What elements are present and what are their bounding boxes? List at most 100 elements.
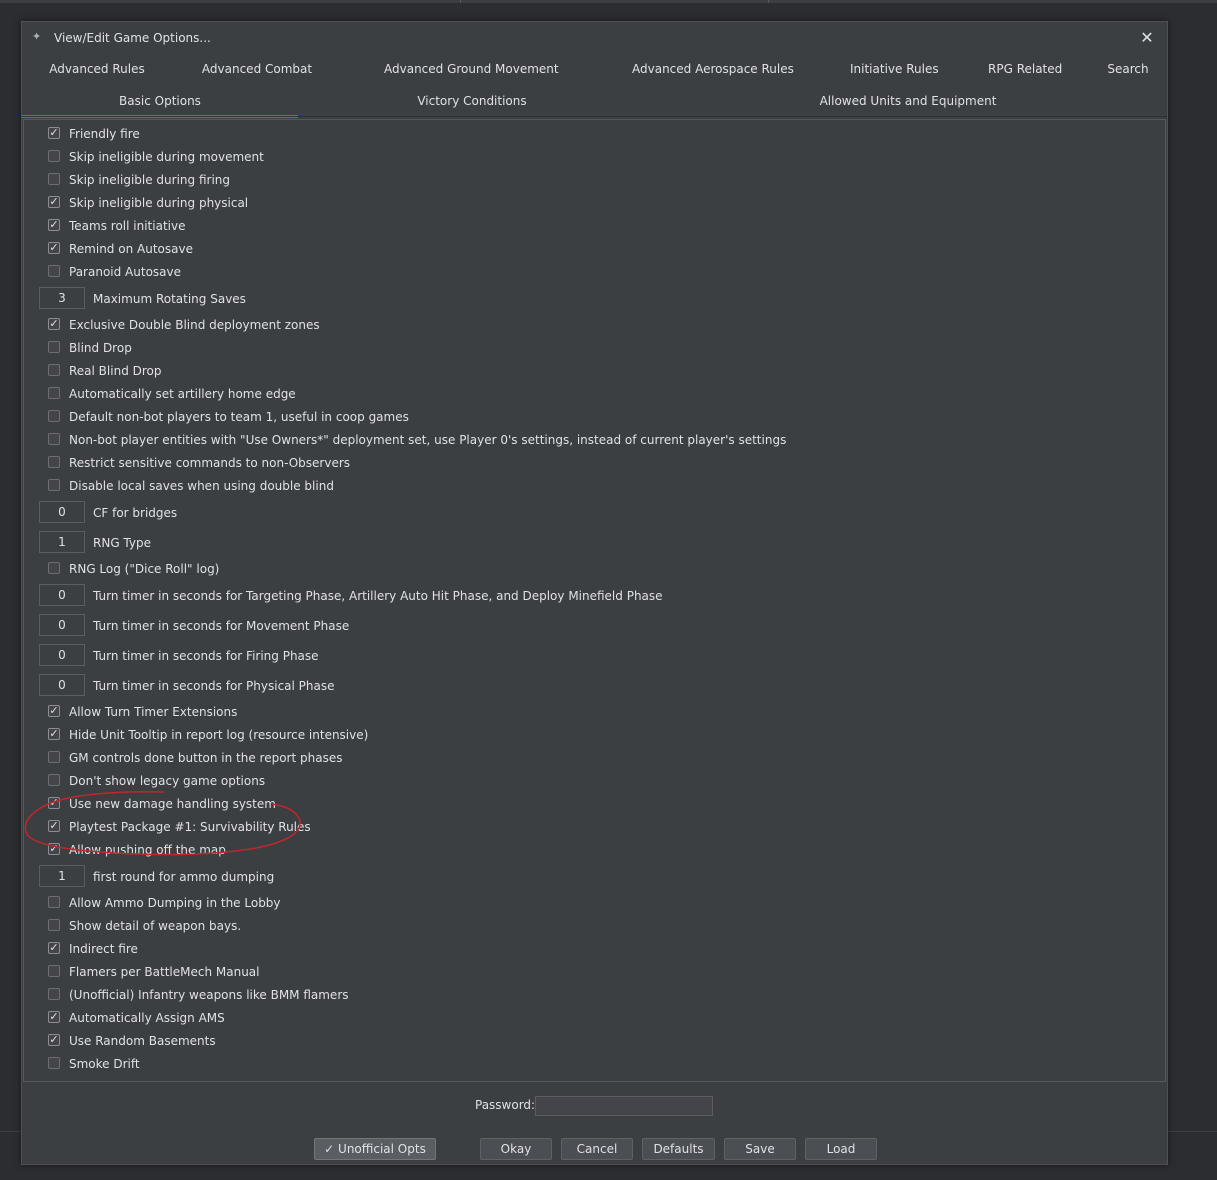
tab-initiative-rules[interactable]: Initiative Rules bbox=[850, 55, 939, 83]
tab-search[interactable]: Search bbox=[1104, 55, 1152, 83]
option-label: Remind on Autosave bbox=[69, 242, 193, 256]
tab-advanced-rules[interactable]: Advanced Rules bbox=[46, 55, 148, 83]
option-checkbox[interactable]: ✓ bbox=[48, 705, 60, 717]
option-number-field[interactable]: 3 bbox=[39, 287, 85, 309]
cancel-button[interactable]: Cancel bbox=[561, 1138, 633, 1160]
option-checkbox[interactable] bbox=[48, 410, 60, 422]
option-checkbox[interactable] bbox=[48, 896, 60, 908]
tab-advanced-ground-movement[interactable]: Advanced Ground Movement bbox=[384, 55, 559, 83]
option-checkbox[interactable] bbox=[48, 988, 60, 1000]
tab-basic-options[interactable]: Basic Options bbox=[22, 87, 298, 118]
option-label: Show detail of weapon bays. bbox=[69, 919, 242, 933]
option-label: Real Blind Drop bbox=[69, 364, 162, 378]
option-checkbox[interactable] bbox=[48, 562, 60, 574]
option-checkbox[interactable] bbox=[48, 456, 60, 468]
dialog-footer: Password: ✓ Unofficial Opts Okay Cancel … bbox=[22, 1084, 1167, 1164]
option-checkbox[interactable] bbox=[48, 364, 60, 376]
option-checkbox[interactable] bbox=[48, 387, 60, 399]
option-label: Allow pushing off the map bbox=[69, 843, 226, 857]
option-label: Default non-bot players to team 1, usefu… bbox=[69, 410, 409, 424]
option-label: Blind Drop bbox=[69, 341, 132, 355]
option-label: Disable local saves when using double bl… bbox=[69, 479, 334, 493]
option-label: Friendly fire bbox=[69, 127, 140, 141]
option-label: first round for ammo dumping bbox=[93, 870, 275, 884]
tab-advanced-combat[interactable]: Advanced Combat bbox=[200, 55, 314, 83]
option-label: (Unofficial) Infantry weapons like BMM f… bbox=[69, 988, 349, 1002]
option-checkbox[interactable] bbox=[48, 341, 60, 353]
option-checkbox[interactable] bbox=[48, 173, 60, 185]
load-button[interactable]: Load bbox=[805, 1138, 877, 1160]
option-label: Use new damage handling system bbox=[69, 797, 276, 811]
save-button[interactable]: Save bbox=[724, 1138, 796, 1160]
option-label: GM controls done button in the report ph… bbox=[69, 751, 343, 765]
tab-separator bbox=[22, 116, 1167, 117]
option-checkbox[interactable] bbox=[48, 150, 60, 162]
title-bar: ✦ View/Edit Game Options... ✕ bbox=[22, 22, 1167, 54]
password-input[interactable] bbox=[535, 1096, 713, 1116]
option-number-field[interactable]: 0 bbox=[39, 674, 85, 696]
option-checkbox[interactable]: ✓ bbox=[48, 219, 60, 231]
basic-options-panel: ✓ Friendly fire Skip ineligible during mov… bbox=[23, 119, 1166, 1082]
option-label: Non-bot player entities with "Use Owners… bbox=[69, 433, 787, 447]
tab-row-2: Basic Options Victory Conditions Allowed… bbox=[22, 87, 1167, 118]
option-number-field[interactable]: 0 bbox=[39, 644, 85, 666]
option-checkbox[interactable] bbox=[48, 774, 60, 786]
option-checkbox[interactable]: ✓ bbox=[48, 728, 60, 740]
option-label: Hide Unit Tooltip in report log (resourc… bbox=[69, 728, 369, 742]
option-label: Use Random Basements bbox=[69, 1034, 216, 1048]
option-label: Allow Turn Timer Extensions bbox=[69, 705, 238, 719]
option-label: Turn timer in seconds for Movement Phase bbox=[93, 619, 350, 633]
option-label: Flamers per BattleMech Manual bbox=[69, 965, 260, 979]
tab-rpg-related[interactable]: RPG Related bbox=[988, 55, 1062, 83]
option-number-field[interactable]: 0 bbox=[39, 501, 85, 523]
option-label: Don't show legacy game options bbox=[69, 774, 266, 788]
option-label: Teams roll initiative bbox=[69, 219, 186, 233]
background-divider bbox=[768, 0, 769, 3]
option-label: Automatically Assign AMS bbox=[69, 1011, 225, 1025]
okay-button[interactable]: Okay bbox=[480, 1138, 552, 1160]
option-checkbox[interactable]: ✓ bbox=[48, 318, 60, 330]
option-label: Skip ineligible during physical bbox=[69, 196, 249, 210]
option-checkbox[interactable]: ✓ bbox=[48, 196, 60, 208]
option-checkbox[interactable] bbox=[48, 265, 60, 277]
option-checkbox[interactable] bbox=[48, 1057, 60, 1069]
option-number-field[interactable]: 0 bbox=[39, 584, 85, 606]
password-label: Password: bbox=[475, 1098, 536, 1112]
tab-basic-options-label: Basic Options bbox=[119, 94, 201, 108]
option-label: Automatically set artillery home edge bbox=[69, 387, 296, 401]
option-label: Exclusive Double Blind deployment zones bbox=[69, 318, 320, 332]
game-options-dialog: ✦ View/Edit Game Options... ✕ Advanced R… bbox=[21, 21, 1168, 1165]
close-icon[interactable]: ✕ bbox=[1138, 29, 1156, 47]
defaults-button[interactable]: Defaults bbox=[642, 1138, 715, 1160]
option-label: Turn timer in seconds for Firing Phase bbox=[93, 649, 319, 663]
option-checkbox[interactable]: ✓ bbox=[48, 942, 60, 954]
option-label: Allow Ammo Dumping in the Lobby bbox=[69, 896, 281, 910]
option-checkbox[interactable] bbox=[48, 919, 60, 931]
option-number-field[interactable]: 0 bbox=[39, 614, 85, 636]
option-label: Smoke Drift bbox=[69, 1057, 140, 1071]
option-label: Paranoid Autosave bbox=[69, 265, 182, 279]
option-checkbox[interactable] bbox=[48, 965, 60, 977]
option-label: Skip ineligible during movement bbox=[69, 150, 264, 164]
option-number-field[interactable]: 1 bbox=[39, 865, 85, 887]
tab-advanced-aerospace-rules[interactable]: Advanced Aerospace Rules bbox=[632, 55, 794, 83]
option-checkbox[interactable]: ✓ bbox=[48, 820, 60, 832]
option-checkbox[interactable]: ✓ bbox=[48, 797, 60, 809]
option-checkbox[interactable] bbox=[48, 433, 60, 445]
option-label: Turn timer in seconds for Physical Phase bbox=[93, 679, 335, 693]
option-checkbox[interactable] bbox=[48, 479, 60, 491]
option-checkbox[interactable]: ✓ bbox=[48, 127, 60, 139]
option-label: RNG Type bbox=[93, 536, 151, 550]
tab-victory-conditions[interactable]: Victory Conditions bbox=[402, 87, 542, 115]
option-checkbox[interactable]: ✓ bbox=[48, 1011, 60, 1023]
option-checkbox[interactable]: ✓ bbox=[48, 843, 60, 855]
tab-row-1: Advanced Rules Advanced Combat Advanced … bbox=[22, 55, 1167, 83]
option-checkbox[interactable] bbox=[48, 751, 60, 763]
option-checkbox[interactable]: ✓ bbox=[48, 242, 60, 254]
app-icon: ✦ bbox=[32, 30, 42, 43]
tab-allowed-units-and-equipment[interactable]: Allowed Units and Equipment bbox=[818, 87, 998, 115]
option-checkbox[interactable]: ✓ bbox=[48, 1034, 60, 1046]
option-number-field[interactable]: 1 bbox=[39, 531, 85, 553]
option-label: RNG Log ("Dice Roll" log) bbox=[69, 562, 220, 576]
unofficial-opts-toggle[interactable]: ✓ Unofficial Opts bbox=[314, 1138, 436, 1160]
